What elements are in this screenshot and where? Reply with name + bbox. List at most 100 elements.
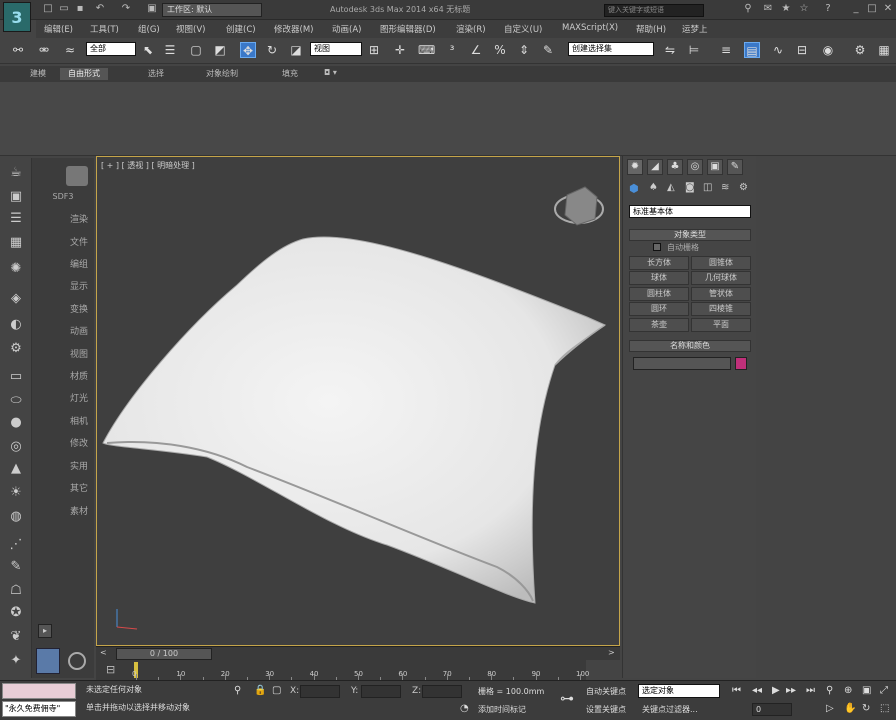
redo-icon[interactable]: ↷ [120,3,132,15]
category-dropdown[interactable]: 标准基本体 [629,205,751,218]
cone-button[interactable]: 圆锥体 [691,256,751,270]
time-slider-thumb[interactable]: 0 / 100 [116,648,212,660]
motion-tab-icon[interactable]: ◎ [687,159,703,175]
utilities-tab-icon[interactable]: ✎ [727,159,743,175]
render-setup-icon[interactable]: ⚙ [852,42,868,58]
window-crossing-icon[interactable]: ◩ [212,42,228,58]
object-color-swatch[interactable] [735,357,747,370]
create-tab-icon[interactable]: ✹ [627,159,643,175]
grid-icon[interactable]: ▦ [6,234,26,252]
go-to-start-icon[interactable]: ⏮ [732,685,741,696]
robot-icon[interactable]: ☖ [6,582,26,600]
curve-editor-icon[interactable]: ∿ [770,42,786,58]
mini-curve-editor-icon[interactable]: ⊟ [106,663,115,676]
select-object-icon[interactable]: ⬉ [140,42,156,58]
time-tag-icon[interactable]: ◔ [460,703,469,714]
sun-icon[interactable]: ☀ [6,484,26,502]
object-type-rollout[interactable]: 对象类型 [629,229,751,241]
maximize-viewport-icon[interactable]: ⤢ [880,685,888,696]
systems-icon[interactable]: ⚙ [739,182,748,193]
image-icon[interactable]: ▣ [6,188,26,206]
angle-snap-icon[interactable]: ∠ [468,42,484,58]
prev-key-icon[interactable]: ◂◂ [752,685,762,696]
display-tab-icon[interactable]: ▣ [707,159,723,175]
camera-icon[interactable]: ◈ [6,290,26,308]
globe-icon[interactable]: ✪ [6,604,26,622]
plane-button[interactable]: 平面 [691,318,751,332]
select-by-name-icon[interactable]: ☰ [162,42,178,58]
tab-object-paint[interactable]: 对象绘制 [198,68,246,80]
menu-group[interactable]: 组(G) [138,23,160,35]
menu-animation[interactable]: 动画(A) [332,23,361,35]
schematic-view-icon[interactable]: ⊟ [794,42,810,58]
light-icon[interactable]: ✺ [6,260,26,278]
pan-icon[interactable]: ✋ [844,703,856,714]
panel-item-sdf[interactable]: SDF3 [32,192,94,201]
field-of-view-icon[interactable]: ▷ [826,703,834,714]
box-icon[interactable]: ▭ [6,368,26,386]
cone-icon[interactable]: ▲ [6,460,26,478]
select-link-icon[interactable]: ⚯ [10,42,26,58]
maxscript-listener-button[interactable] [36,648,60,674]
favorites-icon[interactable]: ☆ [798,3,810,15]
cylinder-button[interactable]: 圆柱体 [629,287,689,301]
autogrid-checkbox[interactable] [653,243,661,251]
zoom-icon[interactable]: ⚲ [826,685,833,696]
menu-modifiers[interactable]: 修改器(M) [274,23,313,35]
geosphere-button[interactable]: 几何球体 [691,271,751,285]
next-key-icon[interactable]: ▸▸ [786,685,796,696]
plant-icon[interactable]: ❦ [6,628,26,646]
bind-space-warp-icon[interactable]: ≈ [62,42,78,58]
tab-populate[interactable]: 填充 [274,68,306,80]
coin-icon[interactable]: ◍ [6,508,26,526]
z-coordinate-field[interactable] [422,685,462,698]
menu-rendering[interactable]: 渲染(R) [456,23,486,35]
circle-icon[interactable]: ● [6,414,26,432]
ribbon-options-icon[interactable]: ◘ ▾ [316,68,345,80]
selection-filter-dropdown[interactable]: 全部 [86,42,136,56]
play-icon[interactable]: ▶ [772,685,780,696]
menu-graph-editors[interactable]: 图形编辑器(D) [380,23,436,35]
reference-coord-dropdown[interactable]: 视图 [310,42,362,56]
help-icon[interactable]: ? [822,3,834,15]
menu-edit[interactable]: 编辑(E) [44,23,73,35]
time-slider[interactable]: < 0 / 100 > [96,646,620,660]
pivot-center-icon[interactable]: ⊞ [366,42,382,58]
zoom-extents-icon[interactable]: ▣ [862,685,871,696]
absolute-mode-icon[interactable]: ▢ [272,685,281,696]
teapot-button[interactable]: 茶壶 [629,318,689,332]
open-file-icon[interactable]: ▭ [58,3,70,15]
spinner-snap-icon[interactable]: ⇕ [516,42,532,58]
tube-button[interactable]: 管状体 [691,287,751,301]
pyramid-button[interactable]: 四棱锥 [691,302,751,316]
y-coordinate-field[interactable] [361,685,401,698]
keyboard-shortcut-icon[interactable]: ⌨ [418,42,435,58]
select-move-icon[interactable]: ✥ [240,42,256,58]
shapes-icon[interactable]: ♠ [649,182,658,193]
perspective-viewport[interactable]: [ + ] [ 透视 ] [ 明暗处理 ] [96,156,620,646]
mirror-icon[interactable]: ⇋ [662,42,678,58]
lights-icon[interactable]: ◭ [667,182,675,193]
select-manipulate-icon[interactable]: ✛ [392,42,408,58]
spacewarps-icon[interactable]: ≋ [721,182,729,193]
set-key-button[interactable]: 设置关键点 [586,704,626,715]
figure-icon[interactable]: ✦ [6,652,26,670]
orbit-icon[interactable]: ↻ [862,703,870,714]
select-scale-icon[interactable]: ◪ [288,42,304,58]
save-icon[interactable]: ▪ [74,3,86,15]
bread-icon[interactable]: ⬭ [6,392,26,410]
track-bar[interactable]: ⊟ 0 10 20 30 40 50 60 70 80 90 100 [96,660,589,680]
next-frame-icon[interactable]: > [608,648,615,657]
maximize-icon[interactable]: □ [866,3,878,15]
disc-icon[interactable]: ◎ [6,438,26,456]
tab-modeling[interactable]: 建模 [22,68,54,80]
go-to-end-icon[interactable]: ⏭ [806,685,815,696]
menu-maxscript[interactable]: MAXScript(X) [562,23,618,33]
named-selection-dropdown[interactable]: 创建选择集 [568,42,654,56]
render-frame-icon[interactable]: ▦ [876,42,892,58]
teapot-icon[interactable]: ☕ [6,164,26,182]
communication-icon[interactable]: ✉ [762,3,774,15]
lock-selection-icon[interactable]: 🔒 [254,685,266,696]
gear-icon[interactable]: ⚙ [6,340,26,358]
binoculars-icon[interactable]: ⚲ [742,3,754,15]
